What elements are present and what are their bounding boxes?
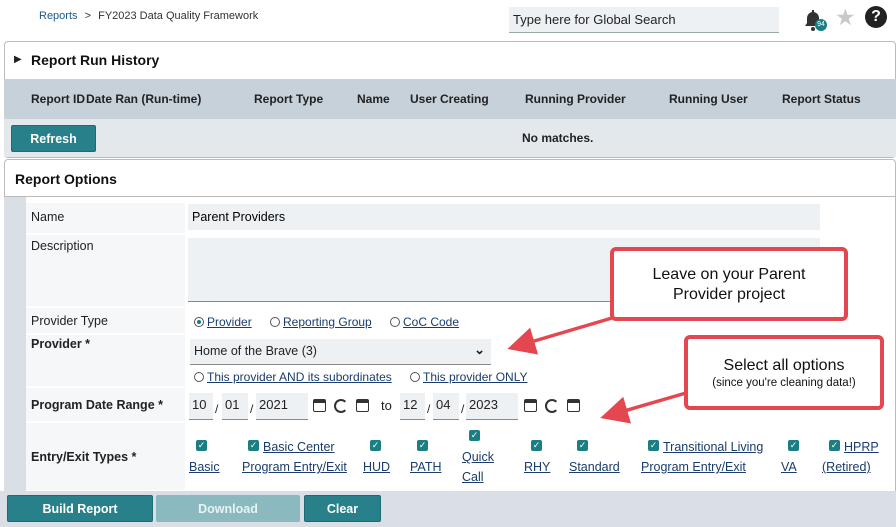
callout-arrow-provider (507, 316, 613, 355)
callout-select-all: Select all options (since you're cleanin… (684, 335, 884, 410)
callout-parent-provider: Leave on your Parent Provider project (610, 247, 848, 321)
callout-arrow-entry-types (600, 391, 687, 424)
